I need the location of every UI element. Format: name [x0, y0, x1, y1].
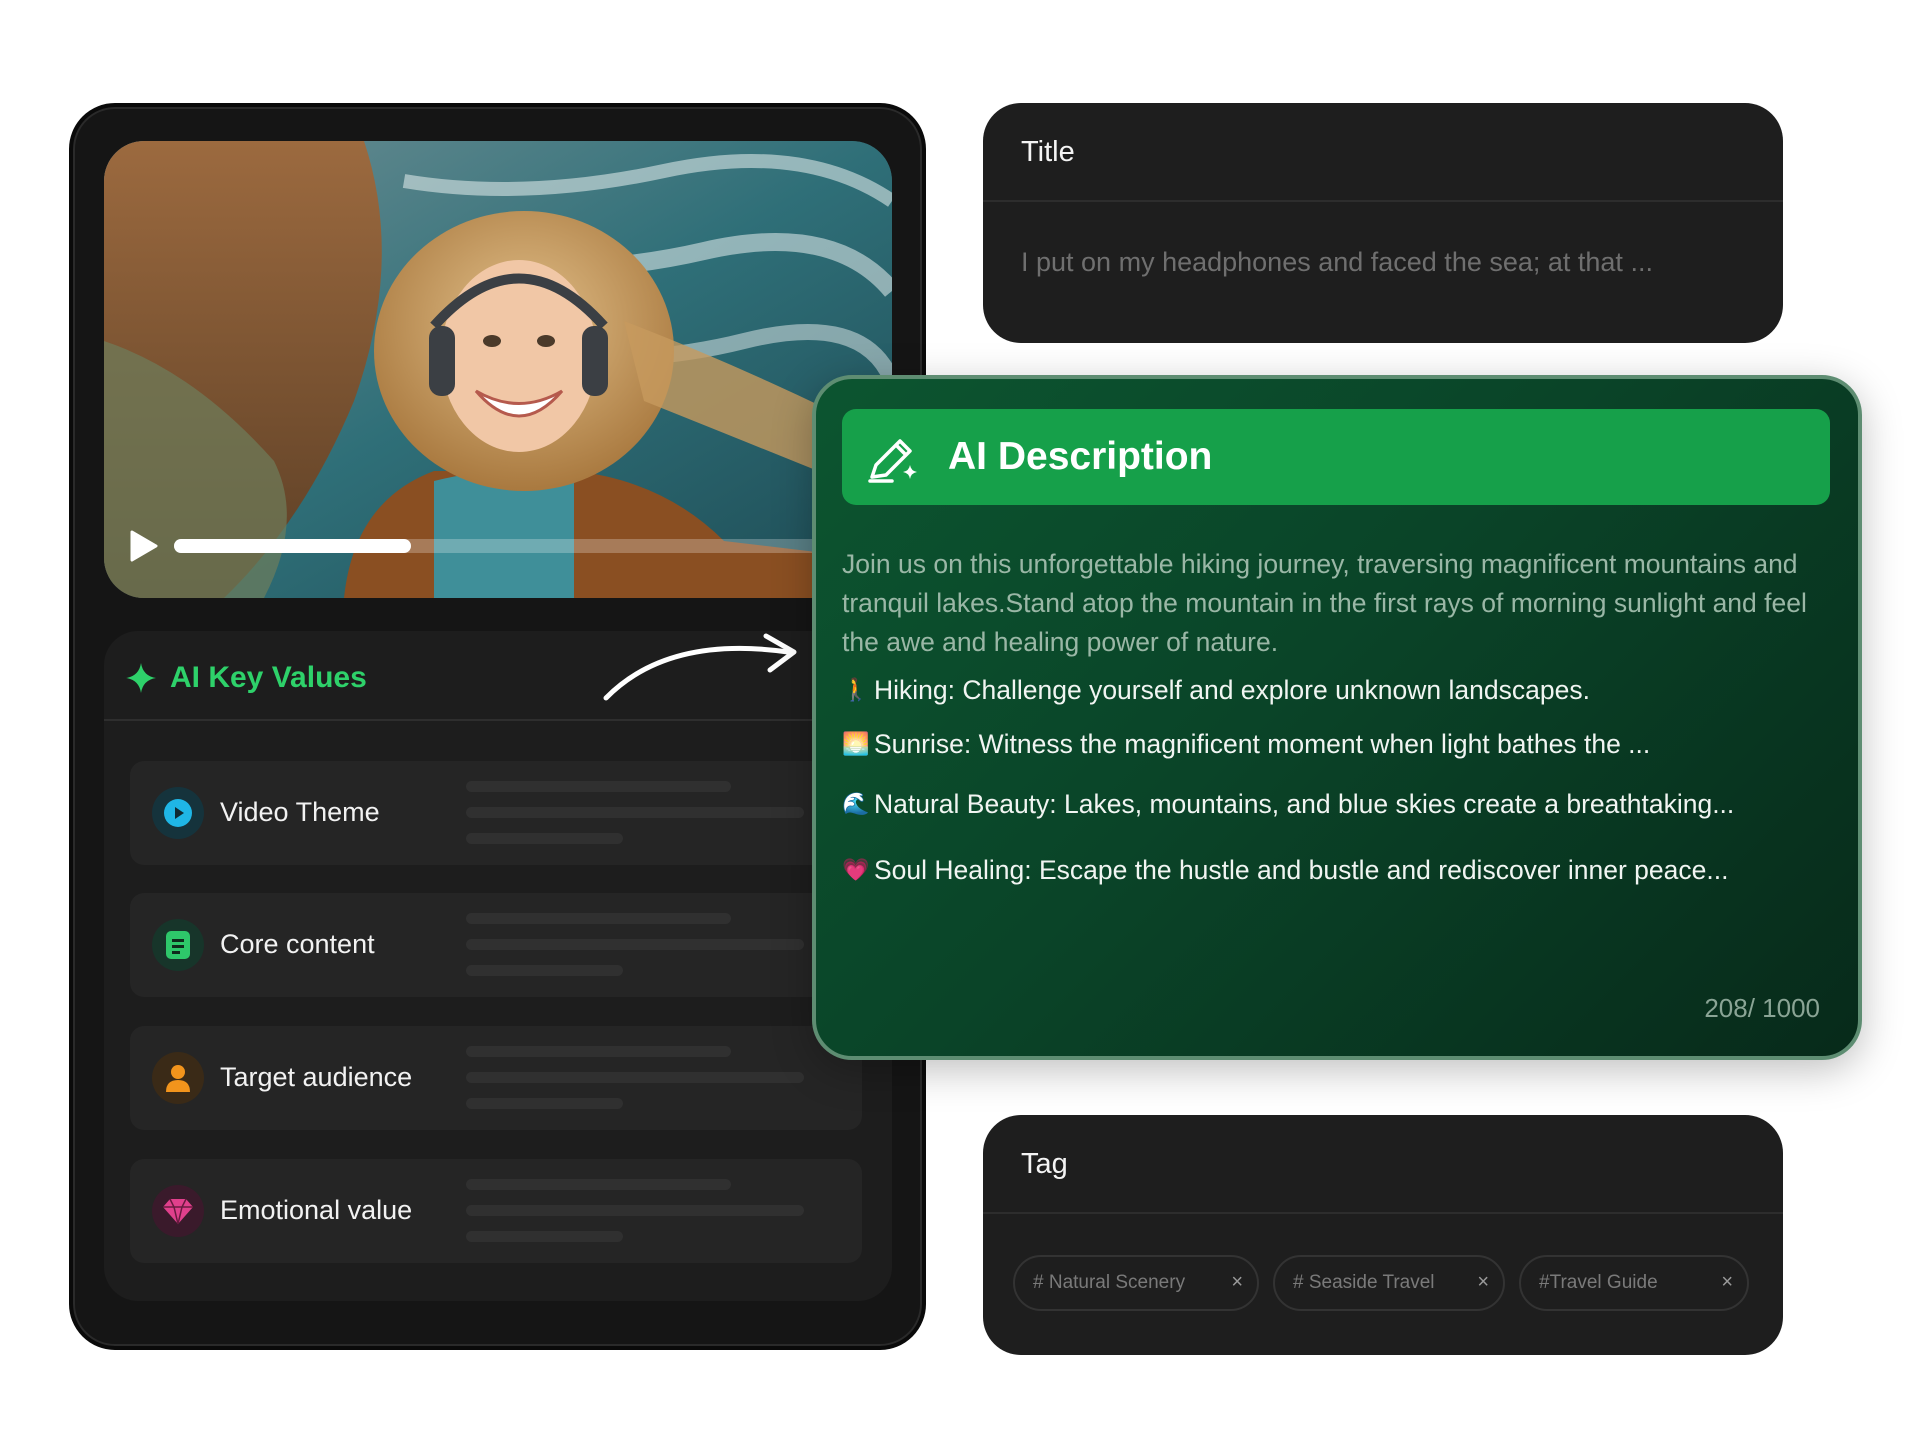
- curved-arrow-icon: [603, 633, 797, 701]
- key-value-label: Video Theme: [220, 797, 380, 827]
- bullet-text: Soul Healing: Escape the hustle and bust…: [874, 855, 1729, 885]
- divider: [983, 1212, 1783, 1214]
- gem-icon: [152, 1185, 204, 1237]
- key-values-title: AI Key Values: [170, 661, 367, 694]
- remove-tag-icon[interactable]: ×: [1477, 1271, 1489, 1294]
- key-value-label: Target audience: [220, 1062, 413, 1092]
- title-input[interactable]: I put on my headphones and faced the sea…: [1021, 247, 1741, 278]
- skeleton-line: [466, 1098, 623, 1109]
- play-icon[interactable]: [126, 529, 160, 563]
- key-value-core-content[interactable]: Core content: [130, 893, 862, 997]
- ai-description-title: AI Description: [948, 435, 1213, 478]
- remove-tag-icon[interactable]: ×: [1231, 1271, 1243, 1294]
- video-player[interactable]: [104, 141, 892, 598]
- tag-chip-label: #Travel Guide: [1539, 1272, 1658, 1293]
- document-icon: [152, 919, 204, 971]
- video-progress-fill: [174, 539, 411, 553]
- heart-icon: 💗: [842, 857, 870, 882]
- walking-icon: 🚶: [842, 677, 870, 702]
- tag-chip-label: # Natural Scenery: [1033, 1272, 1186, 1293]
- remove-tag-icon[interactable]: ×: [1721, 1271, 1733, 1294]
- play-circle-icon: [152, 787, 204, 839]
- bullet-natural-beauty: 🌊 Natural Beauty: Lakes, mountains, and b…: [842, 789, 1832, 820]
- ai-description-card[interactable]: AI Description Join us on this unforgett…: [812, 375, 1862, 1060]
- skeleton-line: [466, 1231, 623, 1242]
- title-card: Title I put on my headphones and faced t…: [983, 103, 1783, 343]
- skeleton-line: [466, 1072, 804, 1083]
- bullet-soul-healing: 💗 Soul Healing: Escape the hustle and bus…: [842, 855, 1832, 886]
- bullet-text: Sunrise: Witness the magnificent moment …: [874, 729, 1651, 759]
- skeleton-line: [466, 833, 623, 844]
- bullet-hiking: 🚶 Hiking: Challenge yourself and explore …: [842, 675, 1832, 706]
- key-value-label: Emotional value: [220, 1195, 413, 1225]
- skeleton-line: [466, 939, 804, 950]
- user-icon: [152, 1052, 204, 1104]
- wave-icon: 🌊: [842, 791, 870, 816]
- skeleton-line: [466, 1205, 804, 1216]
- video-progress-bar[interactable]: [174, 539, 892, 553]
- video-thumbnail: [104, 141, 892, 598]
- tag-card-label: Tag: [1021, 1148, 1068, 1180]
- skeleton-line: [466, 781, 731, 792]
- bullet-sunrise: 🌅 Sunrise: Witness the magnificent moment…: [842, 729, 1832, 760]
- ai-description-header: AI Description: [842, 409, 1830, 505]
- bullet-text: Hiking: Challenge yourself and explore u…: [874, 675, 1590, 705]
- sparkle-icon: [126, 663, 156, 693]
- ai-description-intro: Join us on this unforgettable hiking jou…: [842, 549, 1807, 657]
- stage: AI Key Values Video Theme Core content T…: [0, 0, 1920, 1440]
- divider: [983, 200, 1783, 202]
- skeleton-line: [466, 913, 731, 924]
- tag-chip[interactable]: # Natural Scenery ×: [1013, 1255, 1259, 1311]
- title-card-label: Title: [1021, 136, 1075, 168]
- tag-chip-label: # Seaside Travel: [1293, 1272, 1435, 1293]
- tag-chip[interactable]: # Seaside Travel ×: [1273, 1255, 1505, 1311]
- skeleton-line: [466, 965, 623, 976]
- tag-chip[interactable]: #Travel Guide ×: [1519, 1255, 1749, 1311]
- skeleton-line: [466, 1046, 731, 1057]
- skeleton-line: [466, 807, 804, 818]
- tag-card: Tag # Natural Scenery × # Seaside Travel…: [983, 1115, 1783, 1355]
- key-values-panel: AI Key Values Video Theme Core content T…: [104, 631, 892, 1301]
- key-value-label: Core content: [220, 929, 375, 959]
- key-value-emotional-value[interactable]: Emotional value: [130, 1159, 862, 1263]
- skeleton-line: [466, 1179, 731, 1190]
- bullet-text: Natural Beauty: Lakes, mountains, and bl…: [874, 789, 1735, 819]
- sunrise-icon: 🌅: [842, 731, 870, 756]
- key-value-video-theme[interactable]: Video Theme: [130, 761, 862, 865]
- ai-pen-icon: [868, 439, 917, 483]
- key-value-target-audience[interactable]: Target audience: [130, 1026, 862, 1130]
- character-count: 208/ 1000: [1704, 993, 1820, 1023]
